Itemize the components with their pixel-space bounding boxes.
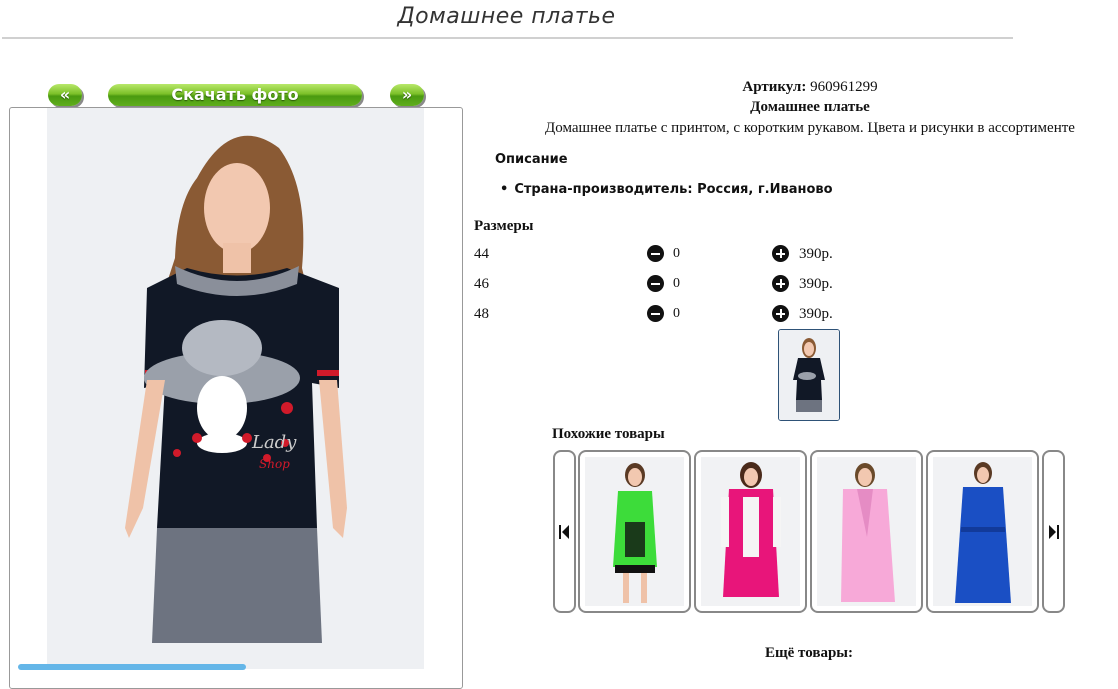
details-item: Страна-производитель: Россия, г.Иваново xyxy=(500,182,832,197)
product-card-image xyxy=(701,457,800,606)
quantity-value: 0 xyxy=(673,276,680,291)
plus-circle-icon[interactable] xyxy=(772,305,789,322)
size-price: 390р. xyxy=(799,306,833,322)
quantity-value: 0 xyxy=(673,246,680,261)
size-row: 46 0 390р. xyxy=(474,275,874,300)
size-label: 48 xyxy=(474,306,489,322)
size-label: 44 xyxy=(474,246,489,262)
sku-value: 960961299 xyxy=(810,79,878,95)
skip-back-icon xyxy=(559,525,569,539)
product-card-image xyxy=(817,457,916,606)
product-card[interactable] xyxy=(926,450,1039,613)
sku-line: Артикул: 960961299 xyxy=(528,79,1092,96)
product-card[interactable] xyxy=(578,450,691,613)
carousel-prev-button[interactable] xyxy=(553,450,576,613)
svg-text:Shop: Shop xyxy=(259,457,290,471)
photo-thumbnail[interactable] xyxy=(778,329,840,421)
size-price: 390р. xyxy=(799,276,833,292)
thumbnail-image xyxy=(779,330,839,420)
next-photo-button[interactable]: » xyxy=(390,84,424,106)
product-card-image xyxy=(585,457,684,606)
title-divider xyxy=(2,37,1013,39)
product-card-image xyxy=(933,457,1032,606)
quantity-value: 0 xyxy=(673,306,680,321)
plus-circle-icon[interactable] xyxy=(772,245,789,262)
minus-circle-icon[interactable] xyxy=(647,245,664,262)
product-description: Домашнее платье с принтом, с коротким ру… xyxy=(545,120,1075,136)
model-illustration: Lady Shop xyxy=(47,108,424,669)
prev-photo-button[interactable]: « xyxy=(48,84,82,106)
product-name: Домашнее платье xyxy=(750,99,870,115)
skip-forward-icon xyxy=(1049,525,1059,539)
page-title: Домашнее платье xyxy=(397,4,616,29)
sizes-title: Размеры xyxy=(474,218,534,234)
scroll-indicator[interactable] xyxy=(18,664,246,670)
svg-text:Lady: Lady xyxy=(251,432,297,453)
product-photo[interactable]: Lady Shop xyxy=(47,108,424,669)
size-label: 46 xyxy=(474,276,489,292)
download-photo-button[interactable]: Скачать фото xyxy=(108,84,362,106)
details-title: Описание xyxy=(495,152,568,167)
more-products-title: Ещё товары: xyxy=(764,645,854,661)
similar-title: Похожие товары xyxy=(552,426,665,442)
product-card[interactable] xyxy=(694,450,807,613)
sku-label: Артикул: xyxy=(742,79,807,95)
carousel-next-button[interactable] xyxy=(1042,450,1065,613)
minus-circle-icon[interactable] xyxy=(647,275,664,292)
size-row: 44 0 390р. xyxy=(474,245,874,270)
plus-circle-icon[interactable] xyxy=(772,275,789,292)
minus-circle-icon[interactable] xyxy=(647,305,664,322)
product-card[interactable] xyxy=(810,450,923,613)
size-price: 390р. xyxy=(799,246,833,262)
size-row: 48 0 390р. xyxy=(474,305,874,330)
